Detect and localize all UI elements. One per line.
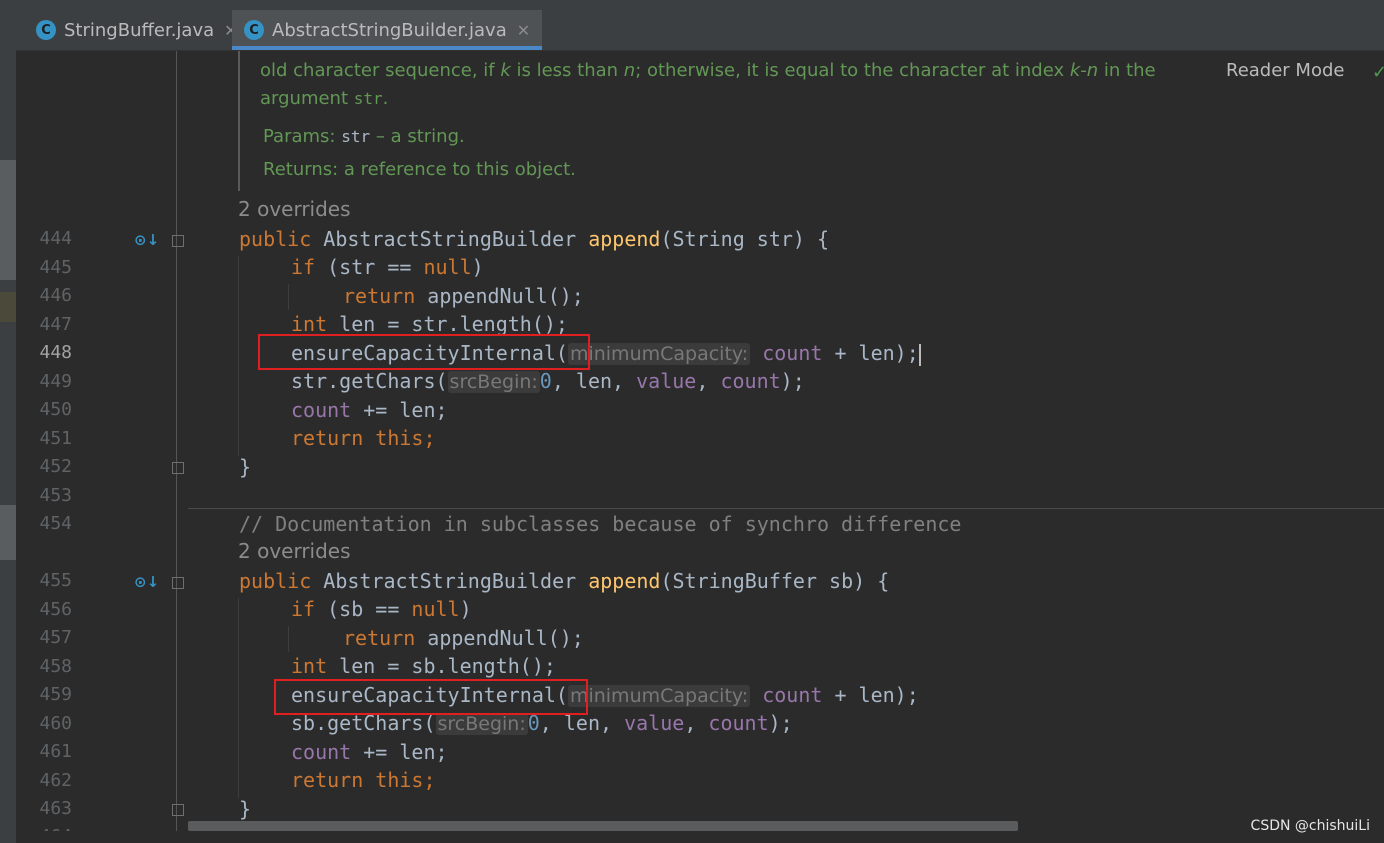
line-number-current: 448 [39, 342, 72, 363]
line-number: 456 [39, 599, 72, 620]
line-number: 455 [39, 570, 72, 591]
text-caret [918, 343, 921, 366]
gutter-divider [176, 51, 177, 831]
override-marker-icon[interactable]: ⊙↓ [134, 231, 159, 249]
scroll-marker [0, 160, 16, 280]
line-number: 447 [39, 314, 72, 335]
reader-mode-button[interactable]: Reader Mode [1226, 60, 1344, 81]
class-icon: C [244, 20, 264, 40]
tab-abstractstringbuilder[interactable]: C AbstractStringBuilder.java ✕ [232, 10, 543, 50]
highlight-marker [0, 292, 16, 322]
doc-line: argument str. [260, 88, 389, 109]
overrides-hint[interactable]: 2 overrides [238, 539, 351, 563]
code-comment: // Documentation in subclasses because o… [239, 512, 962, 536]
overrides-hint[interactable]: 2 overrides [238, 197, 351, 221]
line-number: 445 [39, 257, 72, 278]
tab-label: StringBuffer.java [64, 19, 215, 41]
tab-stringbuffer[interactable]: C StringBuffer.java ✕ [26, 10, 248, 50]
left-tool-strip [0, 0, 16, 843]
code-line: return appendNull(); [343, 626, 584, 650]
code-line: } [239, 455, 252, 479]
line-number: 451 [39, 428, 72, 449]
code-line: return this; [291, 768, 436, 792]
code-line: return this; [291, 426, 436, 450]
code-line: count += len; [291, 740, 448, 764]
line-number: 461 [39, 741, 72, 762]
method-separator [188, 508, 1384, 509]
horizontal-scrollbar[interactable] [188, 821, 1018, 831]
line-number: 463 [39, 798, 72, 819]
code-line: if (sb == null) [291, 597, 472, 621]
code-line: str.getChars(srcBegin: 0, len, value, cou… [291, 369, 805, 393]
code-line: } [239, 797, 252, 821]
highlight-box [258, 334, 590, 370]
indent-guide [238, 598, 239, 798]
line-number: 449 [39, 371, 72, 392]
code-line: public AbstractStringBuilder append(Stri… [239, 569, 890, 593]
scroll-marker [0, 505, 16, 560]
check-icon: ✓ [1372, 62, 1384, 83]
line-number: 450 [39, 399, 72, 420]
fold-icon[interactable] [172, 804, 184, 816]
tab-label: AbstractStringBuilder.java [272, 19, 507, 41]
editor-tab-bar: C StringBuffer.java ✕ C AbstractStringBu… [16, 0, 1384, 51]
close-icon[interactable]: ✕ [517, 21, 530, 40]
line-number: 459 [39, 684, 72, 705]
doc-returns: Returns: a reference to this object. [263, 159, 576, 180]
line-number: 458 [39, 656, 72, 677]
indent-guide [288, 626, 289, 652]
watermark: CSDN @chishuiLi [1250, 818, 1370, 834]
code-line: if (str == null) [291, 255, 484, 279]
code-line: count += len; [291, 398, 448, 422]
fold-icon[interactable] [172, 235, 184, 247]
doc-params: Params: str – a string. [263, 126, 465, 147]
fold-icon[interactable] [172, 462, 184, 474]
line-number: 446 [39, 285, 72, 306]
fold-icon[interactable] [172, 577, 184, 589]
rendered-javadoc: old character sequence, if k is less tha… [238, 51, 1200, 191]
doc-line: old character sequence, if k is less tha… [260, 60, 1156, 81]
line-number: 452 [39, 456, 72, 477]
line-number: 460 [39, 713, 72, 734]
override-marker-icon[interactable]: ⊙↓ [134, 573, 159, 591]
class-icon: C [36, 20, 56, 40]
highlight-box [274, 679, 588, 715]
indent-guide [238, 256, 239, 456]
line-number: 444 [39, 228, 72, 249]
line-number: 454 [39, 513, 72, 534]
line-number: 457 [39, 627, 72, 648]
line-number: 453 [39, 485, 72, 506]
code-line: return appendNull(); [343, 284, 584, 308]
indent-guide [288, 284, 289, 310]
code-line: int len = str.length(); [291, 312, 568, 336]
code-line: int len = sb.length(); [291, 654, 556, 678]
line-number: 462 [39, 770, 72, 791]
line-number: 464 [20, 826, 72, 831]
code-line: public AbstractStringBuilder append(Stri… [239, 227, 830, 251]
